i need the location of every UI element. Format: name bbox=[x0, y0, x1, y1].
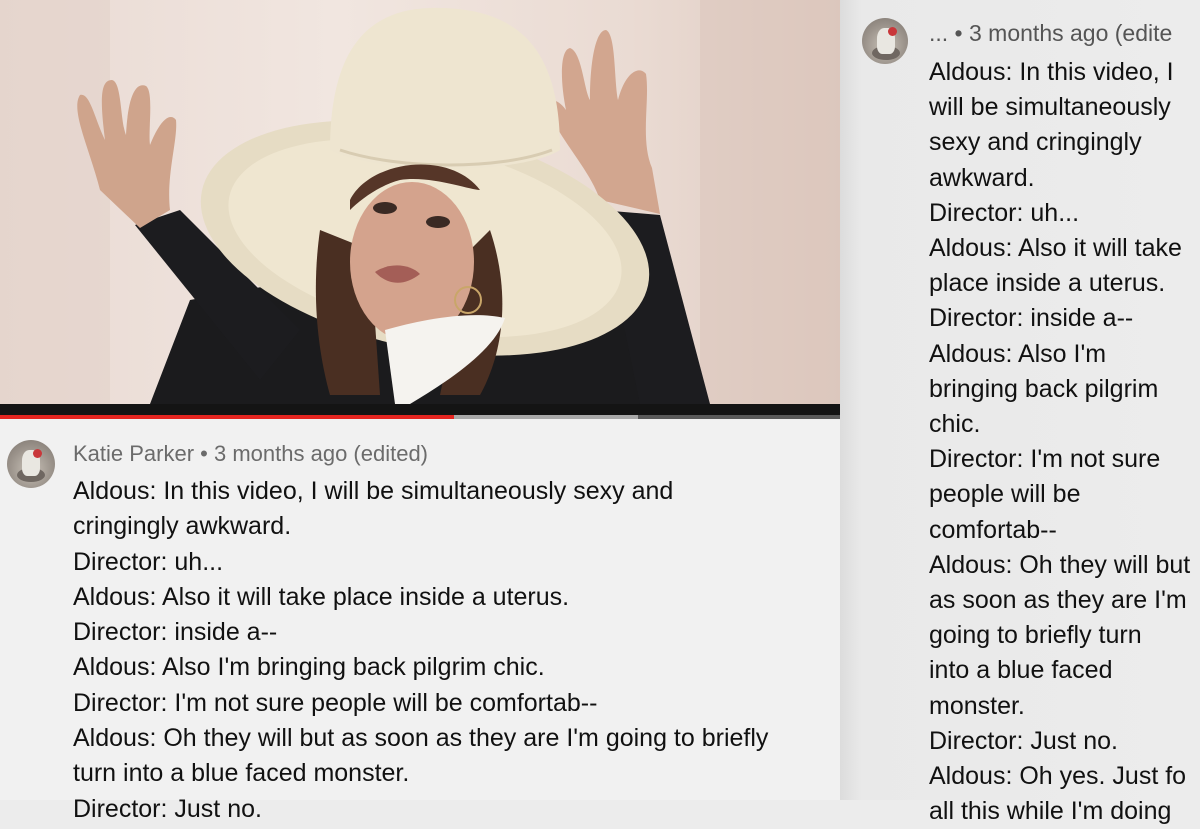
comment-line: Director: I'm not sure people will be co… bbox=[73, 688, 598, 717]
comment-line: Director: inside a-- bbox=[73, 618, 278, 647]
comment-line: Aldous: Oh they will but as soon as they… bbox=[73, 724, 769, 753]
comment-line: Director: uh... bbox=[73, 547, 224, 576]
comment-line: awkward. bbox=[929, 163, 1035, 192]
comment-meta: • 3 months ago (edite bbox=[948, 20, 1173, 46]
comment-line: sexy and cringingly bbox=[929, 128, 1142, 157]
comment-author[interactable]: Katie Parker bbox=[73, 441, 194, 466]
comment-line: Aldous: In this video, I will be simulta… bbox=[73, 477, 674, 505]
comment-line: Aldous: Oh they will but bbox=[929, 550, 1191, 579]
comment-katie-parker: Katie Parker • 3 months ago (edited) Ald… bbox=[0, 419, 840, 823]
comment-author[interactable]: ... bbox=[929, 20, 948, 46]
comment-line: bringing back pilgrim bbox=[929, 374, 1159, 403]
comment-line: will be simultaneously bbox=[929, 93, 1171, 122]
comment-body: Aldous: In this video, I will be simultan… bbox=[929, 55, 1190, 829]
comment-body: Aldous: In this video, I will be simulta… bbox=[73, 474, 768, 827]
video-player[interactable] bbox=[0, 0, 840, 404]
comment-line: Aldous: Also I'm bringing back pilgrim c… bbox=[73, 653, 545, 682]
comment-line: all this while I'm doing bbox=[929, 797, 1172, 826]
avatar-accent bbox=[33, 449, 42, 458]
comment-header: Katie Parker • 3 months ago (edited) bbox=[73, 441, 428, 467]
comment-line: Director: uh... bbox=[929, 198, 1080, 227]
comment-line: Aldous: Also it will take bbox=[929, 234, 1182, 263]
comment-meta: • 3 months ago (edited) bbox=[194, 441, 429, 466]
comment-line: turn into a blue faced monster. bbox=[73, 759, 410, 788]
comment-line: Aldous: Oh yes. Just fo bbox=[929, 762, 1187, 791]
video-progress-bar[interactable] bbox=[0, 404, 840, 419]
comment-line: chic. bbox=[929, 410, 981, 439]
comment-header: ... • 3 months ago (edite bbox=[929, 20, 1172, 47]
comment-line: Director: Just no. bbox=[929, 726, 1118, 755]
comment-line: Director: inside a-- bbox=[929, 304, 1134, 333]
avatar[interactable] bbox=[7, 440, 55, 488]
comment-line: going to briefly turn bbox=[929, 621, 1142, 650]
comment-line: people will be bbox=[929, 480, 1081, 509]
comment-line: monster. bbox=[929, 691, 1025, 720]
comment-line: comfortab-- bbox=[929, 515, 1057, 544]
comment-line: as soon as they are I'm bbox=[929, 586, 1187, 615]
avatar-accent bbox=[888, 27, 897, 36]
comment-zoomed: ... • 3 months ago (edite Aldous: In thi… bbox=[840, 0, 1200, 825]
video-frame-illustration bbox=[0, 0, 840, 404]
avatar[interactable] bbox=[862, 18, 908, 64]
comment-line: Aldous: Also it will take place inside a… bbox=[73, 582, 570, 611]
comment-line: place inside a uterus. bbox=[929, 269, 1166, 298]
comment-line: cringingly awkward. bbox=[73, 512, 292, 541]
comment-line: Director: Just no. bbox=[73, 794, 262, 823]
comment-line: Aldous: Also I'm bbox=[929, 339, 1107, 368]
comment-line: Aldous: In this video, I bbox=[929, 58, 1174, 86]
comment-line: into a blue faced bbox=[929, 656, 1113, 685]
comment-line: Director: I'm not sure bbox=[929, 445, 1161, 474]
